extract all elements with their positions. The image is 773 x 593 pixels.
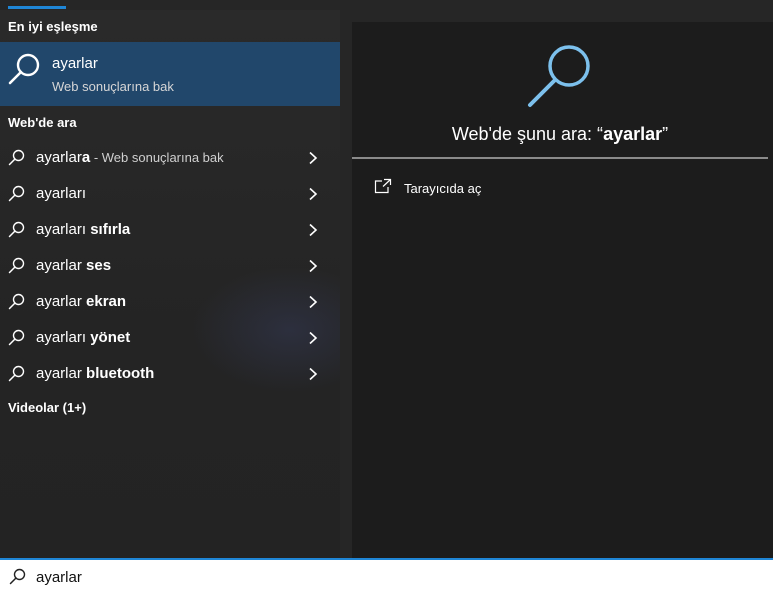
suggestion-prefix: ayarları	[36, 221, 91, 238]
search-icon	[8, 185, 25, 202]
videos-header[interactable]: Videolar (1+)	[8, 400, 86, 415]
chevron-right-icon[interactable]	[307, 187, 319, 201]
suggestion-prefix: ayarlar	[36, 149, 82, 166]
best-match-subtitle: Web sonuçlarına bak	[52, 79, 174, 94]
suggestion-completion: ses	[86, 257, 112, 274]
chevron-right-icon[interactable]	[307, 259, 319, 273]
search-icon	[8, 53, 40, 85]
open-in-new-icon	[374, 178, 392, 194]
search-icon	[8, 293, 25, 310]
chevron-right-icon[interactable]	[307, 367, 319, 381]
preview-heading: Web'de şunu ara: “ayarlar”	[352, 124, 768, 145]
open-in-browser-label: Tarayıcıda aç	[404, 181, 482, 196]
suggestion-completion: yönet	[90, 329, 131, 346]
open-in-browser-button[interactable]: Tarayıcıda aç	[370, 172, 570, 204]
preview-heading-prefix: Web'de şunu ara: “	[451, 124, 604, 144]
suggestion-prefix: ayarları	[36, 329, 91, 346]
best-match-header: En iyi eşleşme	[8, 19, 98, 34]
suggestion-item[interactable]: ayarları yönet	[0, 319, 340, 355]
suggestion-text: ayarları sıfırla	[36, 221, 130, 238]
preview-heading-suffix: ”	[662, 124, 669, 144]
search-icon	[8, 149, 25, 166]
search-icon	[8, 257, 25, 274]
suggestion-text: ayarlara - Web sonuçlarına bak	[36, 149, 224, 166]
suggestion-item[interactable]: ayarlar ekran	[0, 283, 340, 319]
search-input[interactable]	[36, 565, 736, 589]
suggestion-prefix: ayarlar	[36, 365, 87, 382]
suggestion-completion: sıfırla	[90, 221, 131, 238]
suggestion-text: ayarları yönet	[36, 329, 130, 346]
suggestion-completion: bluetooth	[86, 365, 155, 382]
suggestion-item[interactable]: ayarları	[0, 175, 340, 211]
search-icon	[9, 568, 26, 585]
suggestion-item[interactable]: ayarlar ses	[0, 247, 340, 283]
chevron-right-icon[interactable]	[307, 151, 319, 165]
preview-heading-query: ayarlar	[603, 124, 663, 144]
search-bar	[0, 558, 773, 593]
suggestion-item[interactable]: ayarlar bluetooth	[0, 355, 340, 391]
suggestion-item[interactable]: ayarlara - Web sonuçlarına bak	[0, 139, 340, 175]
active-tab-indicator	[8, 6, 66, 9]
chevron-right-icon[interactable]	[307, 223, 319, 237]
suggestion-text: ayarları	[36, 185, 86, 202]
suggestion-item[interactable]: ayarları sıfırla	[0, 211, 340, 247]
preview-top-gap	[340, 10, 773, 22]
best-match-item[interactable]: ayarlar Web sonuçlarına bak	[0, 42, 340, 106]
search-icon	[8, 329, 25, 346]
search-icon	[8, 365, 25, 382]
suggestion-prefix: ayarları	[36, 185, 87, 202]
suggestion-text: ayarlar ekran	[36, 293, 126, 310]
search-icon	[8, 221, 25, 238]
suggestion-completion: a	[81, 149, 91, 166]
suggestion-text: ayarlar bluetooth	[36, 365, 154, 382]
chevron-right-icon[interactable]	[307, 295, 319, 309]
suggestion-prefix: ayarlar	[36, 293, 87, 310]
chevron-right-icon[interactable]	[307, 331, 319, 345]
top-tab-strip	[0, 0, 773, 10]
best-match-title: ayarlar	[52, 55, 98, 72]
suggestion-text: ayarlar ses	[36, 257, 111, 274]
search-icon	[528, 45, 590, 107]
suggestion-hint: - Web sonuçlarına bak	[90, 150, 224, 165]
panel-gutter	[340, 10, 352, 558]
suggestion-prefix: ayarlar	[36, 257, 87, 274]
windows-search-window: En iyi eşleşme ayarlar Web sonuçlarına b…	[0, 0, 773, 593]
web-search-header: Web'de ara	[8, 115, 77, 130]
preview-divider	[352, 157, 768, 159]
suggestion-completion: ekran	[86, 293, 127, 310]
